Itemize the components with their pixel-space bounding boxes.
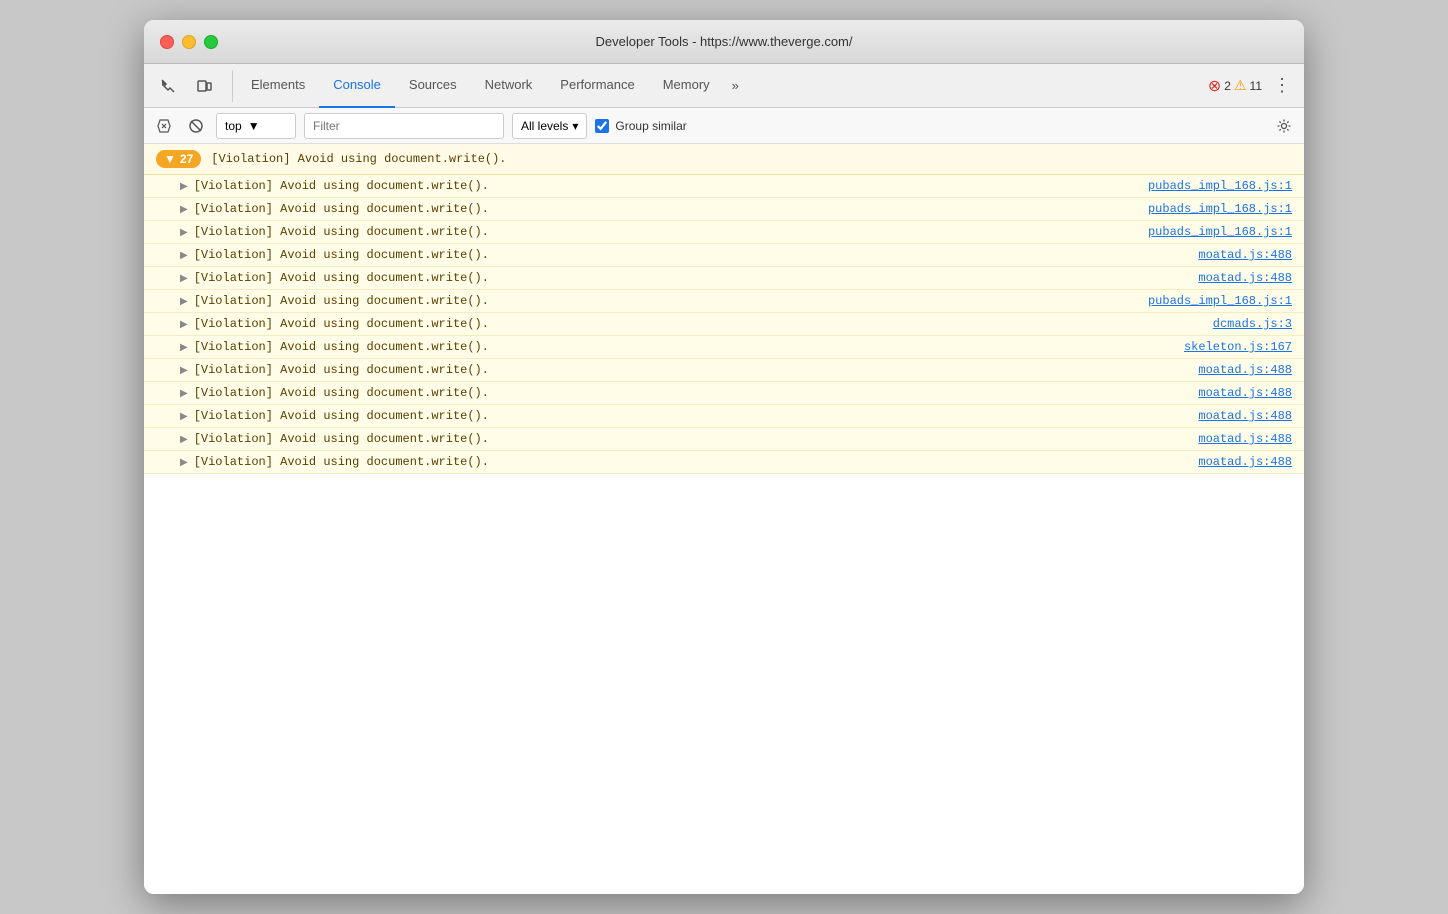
source-link[interactable]: moatad.js:488 bbox=[1198, 432, 1292, 446]
console-row[interactable]: ▶ [Violation] Avoid using document.write… bbox=[144, 382, 1304, 405]
row-message: [Violation] Avoid using document.write()… bbox=[194, 363, 1199, 377]
expand-arrow-icon[interactable]: ▶ bbox=[180, 250, 188, 261]
violation-group: ▼ 27 [Violation] Avoid using document.wr… bbox=[144, 144, 1304, 175]
console-settings-button[interactable] bbox=[1272, 114, 1296, 138]
source-link[interactable]: moatad.js:488 bbox=[1198, 409, 1292, 423]
expand-arrow-icon[interactable]: ▶ bbox=[180, 273, 188, 284]
log-level-selector[interactable]: All levels ▾ bbox=[512, 113, 587, 139]
block-requests-button[interactable] bbox=[184, 114, 208, 138]
row-message: [Violation] Avoid using document.write()… bbox=[194, 294, 1148, 308]
expand-arrow-icon[interactable]: ▶ bbox=[180, 319, 188, 330]
source-link[interactable]: pubads_impl_168.js:1 bbox=[1148, 294, 1292, 308]
row-message: [Violation] Avoid using document.write()… bbox=[194, 409, 1199, 423]
source-link[interactable]: pubads_impl_168.js:1 bbox=[1148, 202, 1292, 216]
group-similar-label: Group similar bbox=[615, 119, 686, 133]
violation-group-header[interactable]: ▼ 27 [Violation] Avoid using document.wr… bbox=[144, 144, 1304, 174]
source-link[interactable]: moatad.js:488 bbox=[1198, 271, 1292, 285]
more-options-button[interactable]: ⋮ bbox=[1268, 72, 1296, 100]
inspect-element-button[interactable] bbox=[152, 70, 184, 102]
console-row[interactable]: ▶ [Violation] Avoid using document.write… bbox=[144, 359, 1304, 382]
tab-performance[interactable]: Performance bbox=[546, 64, 648, 108]
source-link[interactable]: moatad.js:488 bbox=[1198, 248, 1292, 262]
source-link[interactable]: skeleton.js:167 bbox=[1184, 340, 1292, 354]
console-content: ▼ 27 [Violation] Avoid using document.wr… bbox=[144, 144, 1304, 894]
row-message: [Violation] Avoid using document.write()… bbox=[194, 248, 1199, 262]
violation-count-badge: ▼ 27 bbox=[156, 150, 201, 168]
row-message: [Violation] Avoid using document.write()… bbox=[194, 179, 1148, 193]
row-message: [Violation] Avoid using document.write()… bbox=[194, 317, 1213, 331]
console-toolbar: top ▼ All levels ▾ Group similar bbox=[144, 108, 1304, 144]
row-message: [Violation] Avoid using document.write()… bbox=[194, 340, 1184, 354]
close-button[interactable] bbox=[160, 35, 174, 49]
source-link[interactable]: moatad.js:488 bbox=[1198, 363, 1292, 377]
source-link[interactable]: pubads_impl_168.js:1 bbox=[1148, 225, 1292, 239]
tab-memory[interactable]: Memory bbox=[649, 64, 724, 108]
device-toolbar-button[interactable] bbox=[188, 70, 220, 102]
badge-number: 27 bbox=[180, 152, 193, 166]
window-title: Developer Tools - https://www.theverge.c… bbox=[596, 34, 853, 49]
row-message: [Violation] Avoid using document.write()… bbox=[194, 271, 1199, 285]
console-row[interactable]: ▶ [Violation] Avoid using document.write… bbox=[144, 405, 1304, 428]
console-row[interactable]: ▶ [Violation] Avoid using document.write… bbox=[144, 175, 1304, 198]
source-link[interactable]: moatad.js:488 bbox=[1198, 455, 1292, 469]
clear-console-button[interactable] bbox=[152, 114, 176, 138]
tab-list: Elements Console Sources Network Perform… bbox=[237, 64, 1208, 108]
row-message: [Violation] Avoid using document.write()… bbox=[194, 225, 1148, 239]
expand-arrow-icon[interactable]: ▶ bbox=[180, 365, 188, 376]
expand-arrow-icon[interactable]: ▶ bbox=[180, 411, 188, 422]
level-label: All levels bbox=[521, 119, 568, 133]
tab-network[interactable]: Network bbox=[471, 64, 547, 108]
source-link[interactable]: moatad.js:488 bbox=[1198, 386, 1292, 400]
warning-icon: ⚠ bbox=[1234, 77, 1247, 94]
context-arrow: ▼ bbox=[248, 119, 260, 133]
level-arrow: ▾ bbox=[572, 119, 578, 133]
expand-arrow-icon[interactable]: ▶ bbox=[180, 227, 188, 238]
tab-overflow-button[interactable]: » bbox=[724, 64, 747, 108]
toolbar-right: ⊗ 2 ⚠ 11 ⋮ bbox=[1208, 72, 1296, 100]
group-similar-container: Group similar bbox=[595, 119, 686, 133]
console-row[interactable]: ▶ [Violation] Avoid using document.write… bbox=[144, 428, 1304, 451]
console-row[interactable]: ▶ [Violation] Avoid using document.write… bbox=[144, 336, 1304, 359]
row-message: [Violation] Avoid using document.write()… bbox=[194, 202, 1148, 216]
group-similar-checkbox[interactable] bbox=[595, 119, 609, 133]
violation-header-message: [Violation] Avoid using document.write()… bbox=[211, 152, 506, 166]
expand-arrow-icon[interactable]: ▶ bbox=[180, 296, 188, 307]
row-message: [Violation] Avoid using document.write()… bbox=[194, 455, 1199, 469]
error-icon: ⊗ bbox=[1208, 76, 1221, 96]
console-row[interactable]: ▶ [Violation] Avoid using document.write… bbox=[144, 221, 1304, 244]
tab-console[interactable]: Console bbox=[319, 64, 395, 108]
expand-arrow-icon[interactable]: ▶ bbox=[180, 181, 188, 192]
expand-arrow-icon[interactable]: ▶ bbox=[180, 388, 188, 399]
warning-count: 11 bbox=[1250, 79, 1262, 93]
row-message: [Violation] Avoid using document.write()… bbox=[194, 432, 1199, 446]
context-selector[interactable]: top ▼ bbox=[216, 113, 296, 139]
console-row[interactable]: ▶ [Violation] Avoid using document.write… bbox=[144, 267, 1304, 290]
expand-arrow-icon[interactable]: ▶ bbox=[180, 342, 188, 353]
window-controls bbox=[160, 35, 218, 49]
expand-arrow-icon[interactable]: ▶ bbox=[180, 434, 188, 445]
source-link[interactable]: dcmads.js:3 bbox=[1213, 317, 1292, 331]
minimize-button[interactable] bbox=[182, 35, 196, 49]
context-value: top bbox=[225, 119, 242, 133]
row-message: [Violation] Avoid using document.write()… bbox=[194, 386, 1199, 400]
console-row[interactable]: ▶ [Violation] Avoid using document.write… bbox=[144, 451, 1304, 474]
console-row[interactable]: ▶ [Violation] Avoid using document.write… bbox=[144, 244, 1304, 267]
filter-input[interactable] bbox=[304, 113, 504, 139]
toolbar-icons bbox=[152, 70, 233, 102]
badge-arrow: ▼ bbox=[164, 152, 176, 166]
tab-elements[interactable]: Elements bbox=[237, 64, 319, 108]
console-row[interactable]: ▶ [Violation] Avoid using document.write… bbox=[144, 313, 1304, 336]
error-badge: ⊗ 2 ⚠ 11 bbox=[1208, 76, 1262, 96]
tab-sources[interactable]: Sources bbox=[395, 64, 471, 108]
console-row[interactable]: ▶ [Violation] Avoid using document.write… bbox=[144, 198, 1304, 221]
source-link[interactable]: pubads_impl_168.js:1 bbox=[1148, 179, 1292, 193]
expand-arrow-icon[interactable]: ▶ bbox=[180, 204, 188, 215]
expand-arrow-icon[interactable]: ▶ bbox=[180, 457, 188, 468]
maximize-button[interactable] bbox=[204, 35, 218, 49]
devtools-window: Developer Tools - https://www.theverge.c… bbox=[144, 20, 1304, 894]
titlebar: Developer Tools - https://www.theverge.c… bbox=[144, 20, 1304, 64]
tab-bar: Elements Console Sources Network Perform… bbox=[144, 64, 1304, 108]
error-count: 2 bbox=[1224, 79, 1231, 93]
console-row[interactable]: ▶ [Violation] Avoid using document.write… bbox=[144, 290, 1304, 313]
